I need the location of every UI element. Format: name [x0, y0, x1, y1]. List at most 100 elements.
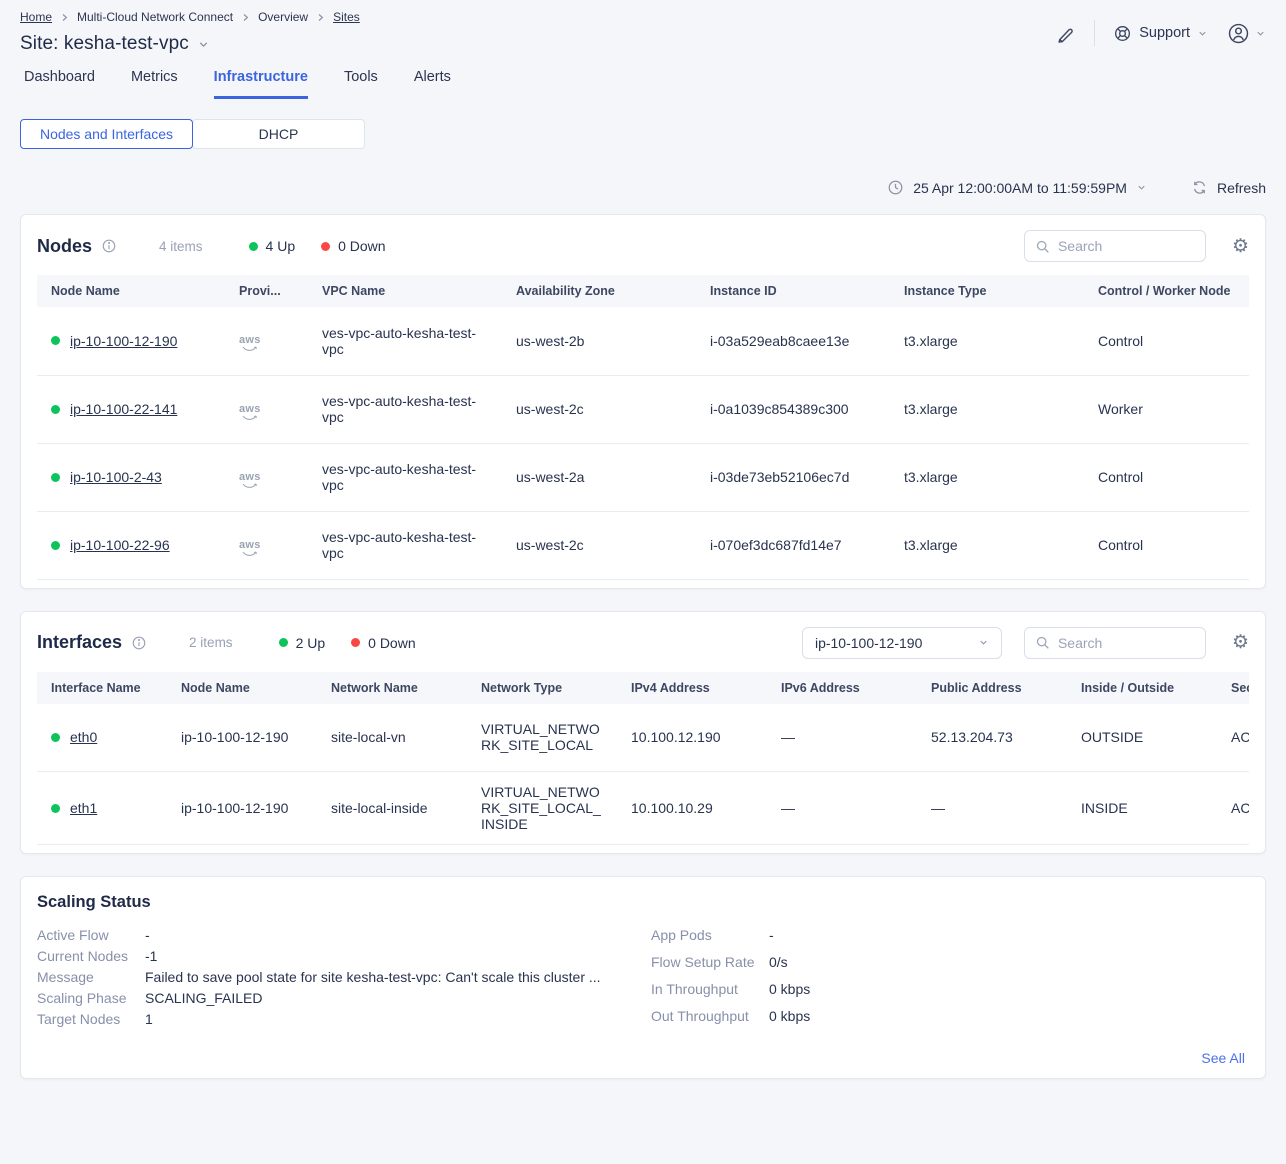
date-range-picker[interactable]: 25 Apr 12:00:00AM to 11:59:59PM	[887, 179, 1147, 196]
col-network-type[interactable]: Network Type	[467, 672, 617, 704]
subtab-dhcp[interactable]: DHCP	[192, 119, 365, 149]
col-node-name[interactable]: Node Name	[37, 275, 225, 307]
subtabs: Nodes and Interfaces DHCP	[20, 119, 1266, 149]
interfaces-search-input[interactable]	[1058, 635, 1195, 651]
node-cell: ip-10-100-12-190	[167, 704, 317, 772]
node-link[interactable]: ip-10-100-2-43	[70, 469, 162, 485]
field-label: In Throughput	[651, 982, 769, 997]
node-link[interactable]: ip-10-100-22-141	[70, 401, 177, 417]
subtab-nodes-and-interfaces[interactable]: Nodes and Interfaces	[20, 119, 193, 149]
nodes-header-row: Node Name Provi... VPC Name Availability…	[37, 275, 1249, 307]
gear-icon[interactable]: ⚙	[1232, 633, 1249, 652]
col-public-address[interactable]: Public Address	[917, 672, 1067, 704]
nodes-title: Nodes	[37, 236, 92, 257]
nodes-search-input[interactable]	[1058, 238, 1195, 254]
interfaces-down-label: 0 Down	[368, 635, 415, 651]
down-dot-icon	[351, 638, 360, 647]
tab-dashboard[interactable]: Dashboard	[24, 69, 95, 99]
info-icon[interactable]	[101, 238, 117, 254]
instance-type-cell: t3.xlarge	[890, 375, 1084, 443]
instance-type-cell: t3.xlarge	[890, 511, 1084, 579]
field-value: 1	[145, 1012, 153, 1027]
col-inside-outside[interactable]: Inside / Outside	[1067, 672, 1217, 704]
field-label: Flow Setup Rate	[651, 955, 769, 970]
divider	[1094, 20, 1095, 46]
field-label: Out Throughput	[651, 1009, 769, 1024]
field-label: Scaling Phase	[37, 991, 145, 1006]
az-cell: us-west-2a	[502, 443, 696, 511]
col-vpc-name[interactable]: VPC Name	[308, 275, 502, 307]
node-link[interactable]: ip-10-100-22-96	[70, 537, 170, 553]
network-name-cell: site-local-vn	[317, 704, 467, 772]
see-all-row: See All	[37, 1050, 1245, 1066]
chevron-down-icon[interactable]	[197, 38, 210, 51]
field-label: Current Nodes	[37, 949, 145, 964]
instance-id-cell: i-03de73eb52106ec7d	[696, 443, 890, 511]
interfaces-search	[1024, 627, 1206, 659]
role-cell: Control	[1084, 443, 1249, 511]
inside-outside-cell: INSIDE	[1067, 772, 1217, 845]
interfaces-up-label: 2 Up	[296, 635, 326, 651]
nodes-up-label: 4 Up	[266, 238, 296, 254]
col-network-name[interactable]: Network Name	[317, 672, 467, 704]
breadcrumb-sites[interactable]: Sites	[333, 10, 360, 24]
nodes-down-label: 0 Down	[338, 238, 385, 254]
nodes-up-status: 4 Up	[249, 238, 296, 254]
col-provider[interactable]: Provi...	[225, 275, 308, 307]
col-availability-zone[interactable]: Availability Zone	[502, 275, 696, 307]
see-all-link[interactable]: See All	[1201, 1050, 1245, 1066]
tab-tools[interactable]: Tools	[344, 69, 378, 99]
account-menu[interactable]	[1226, 21, 1266, 46]
network-type-cell: VIRTUAL_NETWORK_SITE_LOCAL	[467, 704, 617, 772]
topbar: Home Multi-Cloud Network Connect Overvie…	[20, 10, 1266, 55]
col-security[interactable]: Securi	[1217, 672, 1249, 704]
col-instance-id[interactable]: Instance ID	[696, 275, 890, 307]
tab-infrastructure[interactable]: Infrastructure	[214, 69, 308, 99]
col-ipv4[interactable]: IPv4 Address	[617, 672, 767, 704]
security-cell: ACI7R	[1217, 772, 1249, 845]
node-filter-select[interactable]: ip-10-100-12-190	[802, 627, 1002, 659]
refresh-label: Refresh	[1217, 180, 1266, 196]
status-dot-icon	[51, 405, 60, 414]
nodes-search	[1024, 230, 1206, 262]
user-avatar-icon	[1226, 21, 1251, 46]
refresh-button[interactable]: Refresh	[1191, 179, 1266, 196]
ipv4-cell: 10.100.12.190	[617, 704, 767, 772]
col-interface-name[interactable]: Interface Name	[37, 672, 167, 704]
edit-pen-icon[interactable]	[1055, 23, 1076, 44]
scaling-field: In Throughput0 kbps	[651, 982, 810, 997]
table-row: eth0 ip-10-100-12-190 site-local-vn VIRT…	[37, 704, 1249, 772]
field-value: 0/s	[769, 955, 788, 970]
breadcrumb-home[interactable]: Home	[20, 10, 52, 24]
col-instance-type[interactable]: Instance Type	[890, 275, 1084, 307]
aws-provider-icon: aws	[239, 472, 261, 488]
info-icon[interactable]	[131, 635, 147, 651]
aws-provider-icon: aws	[239, 404, 261, 420]
chevron-down-icon	[1197, 28, 1208, 39]
tab-alerts[interactable]: Alerts	[414, 69, 451, 99]
tab-metrics[interactable]: Metrics	[131, 69, 178, 99]
field-label: Message	[37, 970, 145, 985]
table-row: ip-10-100-22-96 aws ves-vpc-auto-kesha-t…	[37, 511, 1249, 579]
node-link[interactable]: ip-10-100-12-190	[70, 333, 177, 349]
col-control-worker[interactable]: Control / Worker Node	[1084, 275, 1249, 307]
public-address-cell: 52.13.204.73	[917, 704, 1067, 772]
interface-link[interactable]: eth0	[70, 729, 97, 745]
gear-icon[interactable]: ⚙	[1232, 237, 1249, 256]
support-menu[interactable]: Support	[1113, 24, 1208, 43]
support-label: Support	[1139, 25, 1190, 41]
interface-link[interactable]: eth1	[70, 800, 97, 816]
instance-type-cell: t3.xlarge	[890, 307, 1084, 375]
interfaces-panel: Interfaces 2 items 2 Up 0 Down ip-10-100…	[20, 611, 1266, 855]
ipv4-cell: 10.100.10.29	[617, 772, 767, 845]
interfaces-table: Interface Name Node Name Network Name Ne…	[37, 672, 1249, 846]
interfaces-table-wrap: Interface Name Node Name Network Name Ne…	[37, 672, 1249, 846]
chevron-down-icon	[1136, 182, 1147, 193]
chevron-right-icon	[316, 13, 325, 22]
col-node-name[interactable]: Node Name	[167, 672, 317, 704]
chevron-down-icon	[1255, 28, 1266, 39]
scaling-right-column: App Pods- Flow Setup Rate0/s In Throughp…	[651, 928, 810, 1036]
search-icon	[1035, 635, 1050, 650]
col-ipv6[interactable]: IPv6 Address	[767, 672, 917, 704]
chevron-down-icon	[978, 637, 989, 648]
